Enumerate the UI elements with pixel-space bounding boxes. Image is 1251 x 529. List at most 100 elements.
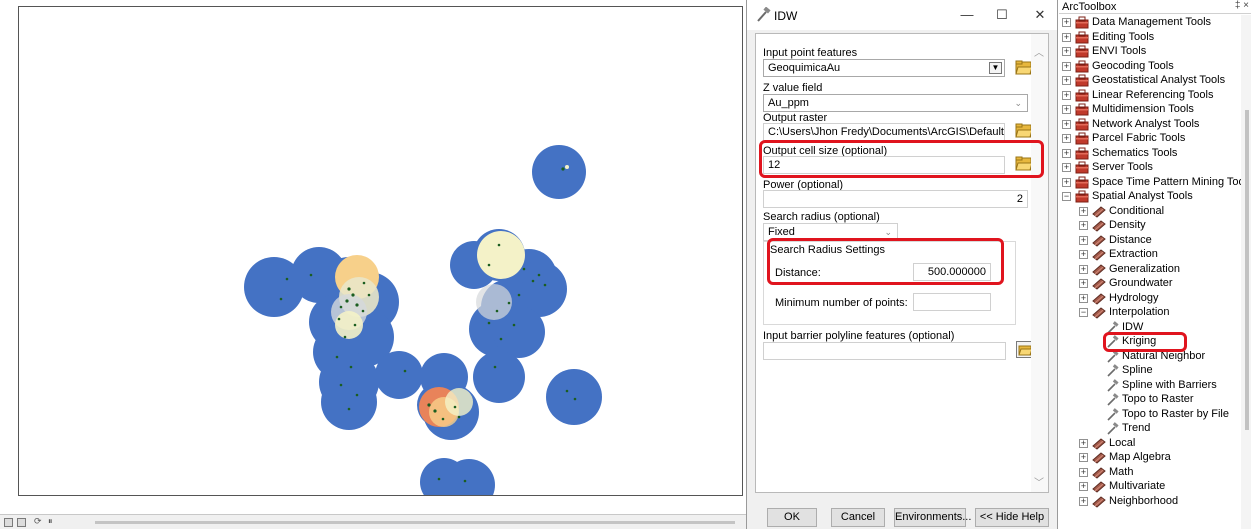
expand-icon[interactable]: + xyxy=(1062,61,1071,71)
dropdown-arrow-icon[interactable]: ▼ xyxy=(989,62,1002,74)
output-raster-input[interactable]: C:\Users\Jhon Fredy\Documents\ArcGIS\Def… xyxy=(763,123,1005,141)
expand-icon[interactable]: + xyxy=(1062,177,1071,187)
highlight-idw-tool xyxy=(1103,332,1187,352)
map-horizontal-scrollbar[interactable] xyxy=(95,521,735,524)
expand-icon[interactable]: + xyxy=(1062,148,1071,158)
red-toolbox-icon xyxy=(1075,132,1089,145)
expand-icon[interactable]: + xyxy=(1079,453,1088,462)
dialog-titlebar[interactable]: IDW — ☐ ✕ xyxy=(747,0,1057,30)
toolbox-item-label: Network Analyst Tools xyxy=(1092,117,1200,130)
hammer-icon xyxy=(1107,364,1119,377)
scroll-up-icon[interactable]: ︿ xyxy=(1034,44,1044,59)
expand-icon[interactable]: + xyxy=(1079,250,1088,259)
pause-icon[interactable]: ⏸ xyxy=(48,516,53,527)
scroll-down-icon[interactable]: ﹀ xyxy=(1034,474,1044,489)
toolset-icon xyxy=(1092,495,1106,508)
output-raster-value: C:\Users\Jhon Fredy\Documents\ArcGIS\Def… xyxy=(768,126,1004,138)
pin-close-icon[interactable]: ‡ × xyxy=(1235,0,1249,11)
hide-help-button[interactable]: << Hide Help xyxy=(975,508,1049,527)
toolbox-item-label: Topo to Raster xyxy=(1122,393,1194,405)
close-button[interactable]: ✕ xyxy=(1030,6,1050,24)
input-point-features-label: Input point features xyxy=(763,47,858,59)
toolbox-item-label: Groundwater xyxy=(1109,277,1173,289)
expand-icon[interactable]: + xyxy=(1079,482,1088,491)
expand-icon[interactable]: + xyxy=(1062,18,1071,27)
expand-icon[interactable]: + xyxy=(1062,32,1071,42)
refresh-icon[interactable]: ⟳ xyxy=(34,516,42,527)
expand-icon[interactable]: + xyxy=(1062,47,1071,56)
idw-halo xyxy=(335,311,363,339)
toolbox-item-label: Spline with Barriers xyxy=(1122,378,1217,391)
scroll-thumb[interactable] xyxy=(1245,110,1249,430)
environments-button[interactable]: Environments... xyxy=(894,508,971,527)
expand-icon[interactable]: + xyxy=(1079,235,1088,245)
expand-icon[interactable]: + xyxy=(1062,105,1071,114)
hammer-icon xyxy=(1107,393,1119,406)
expand-icon[interactable]: + xyxy=(1079,279,1088,288)
red-toolbox-icon xyxy=(1075,161,1089,174)
expand-icon[interactable]: + xyxy=(1079,221,1088,230)
layout-view-icon[interactable] xyxy=(4,518,13,527)
expand-icon[interactable]: + xyxy=(1079,293,1088,303)
collapse-icon[interactable]: − xyxy=(1062,192,1071,201)
buffer-circle xyxy=(321,374,377,430)
red-toolbox-icon xyxy=(1075,147,1089,159)
min-points-input[interactable] xyxy=(913,293,991,311)
maximize-button[interactable]: ☐ xyxy=(992,6,1012,24)
toolbox-item-label: Density xyxy=(1109,219,1146,231)
expand-icon[interactable]: + xyxy=(1062,119,1071,129)
toolset-icon xyxy=(1092,278,1106,290)
expand-icon[interactable]: + xyxy=(1079,467,1088,477)
ok-button[interactable]: OK xyxy=(767,508,817,527)
toolbox-vertical-scrollbar[interactable] xyxy=(1241,15,1251,529)
collapse-icon[interactable]: − xyxy=(1079,308,1088,317)
toolset-icon xyxy=(1092,263,1106,276)
expand-icon[interactable]: + xyxy=(1079,438,1088,448)
map-data-frame[interactable] xyxy=(18,6,743,496)
toolset-icon xyxy=(1092,234,1106,247)
toolbox-item-label: Trend xyxy=(1122,422,1151,434)
red-toolbox-icon xyxy=(1075,45,1089,58)
dialog-vertical-scrollbar[interactable]: ︿ ﹀ xyxy=(1031,34,1048,492)
z-value-field-value: Au_ppm xyxy=(768,97,809,109)
cancel-button[interactable]: Cancel xyxy=(831,508,885,527)
expand-icon[interactable]: + xyxy=(1079,496,1088,506)
toolbox-item-label: Server Tools xyxy=(1092,161,1153,173)
idw-halo xyxy=(477,231,525,279)
toolbox-item-label: Local xyxy=(1109,436,1136,449)
arctoolbox-titlebar[interactable]: ArcToolbox ‡ × xyxy=(1059,0,1251,14)
hammer-icon xyxy=(1107,407,1119,421)
expand-icon[interactable]: + xyxy=(1062,90,1071,100)
toolset-icon xyxy=(1092,220,1106,232)
map-view[interactable]: ⟳ ⏸ xyxy=(0,0,746,529)
buffer-circle xyxy=(375,351,423,399)
highlight-cell-size xyxy=(759,140,1044,178)
toolbox-item-label: Schematics Tools xyxy=(1092,146,1178,159)
expand-icon[interactable]: + xyxy=(1079,206,1088,216)
power-input[interactable]: 2 xyxy=(763,190,1028,208)
arctoolbox-title: ArcToolbox xyxy=(1062,1,1117,13)
expand-icon[interactable]: + xyxy=(1062,76,1071,85)
toolbox-item-label: Interpolation xyxy=(1109,306,1170,318)
data-view-icon[interactable] xyxy=(17,518,26,527)
expand-icon[interactable]: + xyxy=(1062,134,1071,143)
chevron-down-icon[interactable]: ⌄ xyxy=(1014,95,1022,111)
z-value-field-dropdown[interactable]: Au_ppm ⌄ xyxy=(763,94,1028,112)
expand-icon[interactable]: + xyxy=(1062,163,1071,172)
barrier-input[interactable] xyxy=(763,342,1006,360)
toolbox-item-label: Geocoding Tools xyxy=(1092,59,1174,72)
buffer-layer xyxy=(244,145,602,495)
minimize-button[interactable]: — xyxy=(957,6,977,24)
input-point-features-dropdown[interactable]: GeoquimicaAu ▼ xyxy=(763,59,1005,77)
toolset-icon xyxy=(1092,452,1106,464)
toolbox-item-label: Generalization xyxy=(1109,262,1180,275)
buffer-circle xyxy=(546,369,602,425)
red-toolbox-icon xyxy=(1075,89,1089,101)
red-toolbox-icon xyxy=(1075,16,1089,29)
toolbox-item-label: Topo to Raster by File xyxy=(1122,407,1229,420)
red-toolbox-icon xyxy=(1075,118,1089,130)
expand-icon[interactable]: + xyxy=(1079,264,1088,274)
idw-halo xyxy=(476,284,512,320)
idw-map-canvas xyxy=(244,145,602,495)
toolset-icon xyxy=(1092,205,1106,218)
